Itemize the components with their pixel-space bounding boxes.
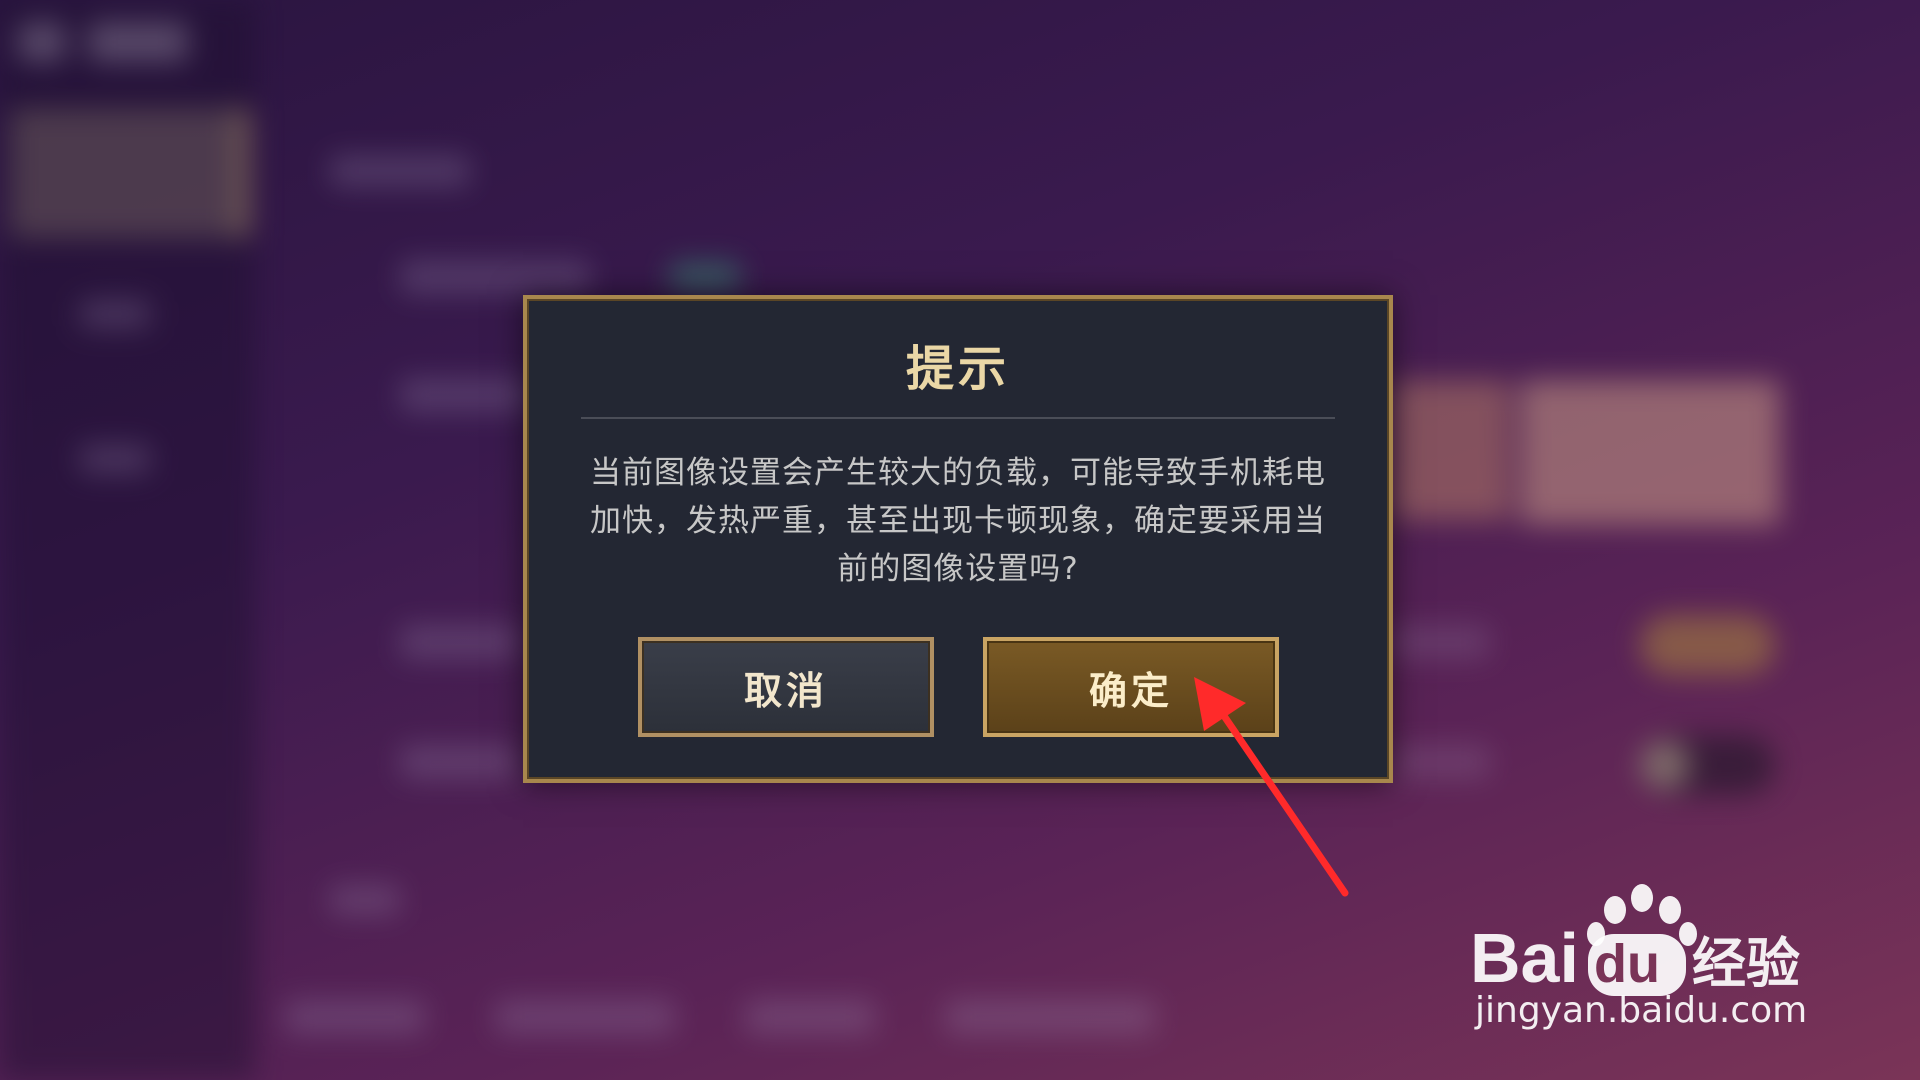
- red-arrow-icon: [1194, 677, 1349, 897]
- sidebar-item: [80, 300, 150, 328]
- bottom-tab: [745, 1000, 875, 1034]
- toggle-switch: [1640, 615, 1775, 675]
- section-heading: [330, 155, 470, 187]
- preview-image: [1390, 380, 1510, 520]
- setting-row-label: [1390, 625, 1490, 659]
- toggle-knob: [1640, 740, 1690, 790]
- cancel-button[interactable]: 取消: [638, 637, 934, 737]
- svg-text:经验: 经验: [1692, 932, 1800, 995]
- setting-row-label: [400, 378, 530, 412]
- dialog-title: 提示: [905, 341, 1010, 397]
- setting-row-label: [400, 260, 590, 294]
- status-badge: [670, 262, 740, 292]
- dialog-divider: [581, 417, 1335, 419]
- sidebar-selection-indicator: [236, 108, 248, 238]
- svg-text:du: du: [1594, 934, 1660, 994]
- watermark-url: jingyan.baidu.com: [1475, 990, 1808, 1031]
- setting-row-label: [1390, 745, 1490, 779]
- sidebar-item: [80, 445, 150, 473]
- bottom-tab: [945, 1000, 1155, 1034]
- setting-row-label: [400, 745, 520, 779]
- dialog-message: 当前图像设置会产生较大的负载，可能导致手机耗电加快，发热严重，甚至出现卡顿现象，…: [590, 455, 1326, 587]
- setting-row-label: [400, 625, 520, 659]
- section-heading: [330, 885, 400, 915]
- preview-image: [1520, 380, 1780, 525]
- svg-text:Bai: Bai: [1470, 919, 1579, 997]
- bottom-tab: [495, 1000, 675, 1034]
- baidu-logo-text: Bai du 经验: [1470, 919, 1800, 997]
- settings-title: [88, 22, 188, 62]
- sidebar-item-selected: [10, 108, 250, 238]
- back-icon: [18, 22, 66, 62]
- bottom-tab: [285, 1000, 425, 1034]
